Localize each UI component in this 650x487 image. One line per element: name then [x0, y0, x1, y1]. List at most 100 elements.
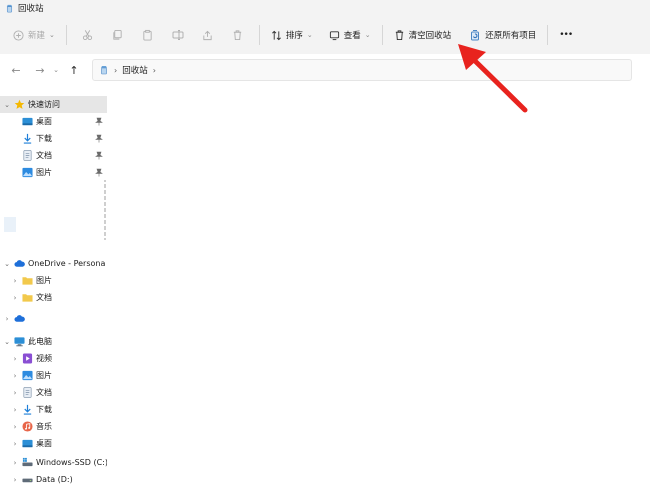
sidebar-item-this-pc[interactable]: ⌄ 此电脑	[0, 333, 107, 350]
chevron-right-icon[interactable]: ›	[2, 315, 12, 323]
up-button[interactable]: ↑	[64, 60, 84, 80]
download-icon	[23, 404, 32, 415]
arrow-left-icon: ←	[11, 63, 21, 77]
sidebar-item-label: 此电脑	[28, 337, 52, 346]
paste-button[interactable]	[133, 22, 163, 48]
sidebar-item-cloud[interactable]: ›	[0, 310, 107, 327]
recent-locations-button[interactable]: ⌄	[50, 60, 62, 80]
windows-drive-icon	[22, 457, 33, 467]
back-button[interactable]: ←	[6, 60, 26, 80]
sidebar-item-label: 音乐	[36, 422, 52, 431]
sidebar-item-documents[interactable]: 文档	[0, 147, 107, 164]
clipboard-icon	[143, 29, 153, 41]
sidebar-item-label: 文档	[36, 293, 52, 302]
sidebar-item-label: 文档	[36, 151, 52, 160]
chevron-right-icon[interactable]: ›	[10, 372, 20, 380]
rename-button[interactable]	[163, 22, 193, 48]
chevron-down-icon[interactable]: ⌄	[2, 260, 12, 268]
copy-icon	[113, 29, 123, 40]
chevron-right-icon[interactable]: ›	[10, 440, 20, 448]
sidebar-item-desktop[interactable]: 桌面	[0, 113, 107, 130]
pin-icon[interactable]	[95, 134, 103, 143]
sidebar-item-onedrive[interactable]: ⌄ OneDrive - Persona	[0, 255, 107, 272]
share-button[interactable]	[193, 22, 223, 48]
recycle-bin-icon	[101, 66, 107, 75]
pictures-icon	[22, 370, 33, 381]
more-options-button[interactable]: •••	[554, 22, 577, 48]
sidebar-item-label: 图片	[36, 276, 52, 285]
scissors-icon	[83, 30, 93, 41]
chevron-down-icon[interactable]: ⌄	[2, 101, 12, 109]
plus-circle-icon	[13, 29, 24, 41]
address-bar[interactable]: › 回收站 ›	[92, 59, 632, 81]
sidebar-item-pc-pictures[interactable]: › 图片	[0, 367, 107, 384]
chevron-right-icon[interactable]: ›	[10, 389, 20, 397]
sidebar-item-pictures[interactable]: 图片	[0, 164, 107, 181]
sidebar-item-music[interactable]: › 音乐	[0, 418, 107, 435]
new-button[interactable]: 新建 ⌄	[8, 22, 60, 48]
chevron-right-icon[interactable]: ›	[10, 355, 20, 363]
sidebar-item-onedrive-pictures[interactable]: › 图片	[0, 272, 107, 289]
rename-icon	[172, 30, 184, 40]
sidebar-item-downloads[interactable]: 下载	[0, 130, 107, 147]
folder-icon	[22, 277, 33, 285]
chevron-down-icon: ⌄	[53, 66, 59, 74]
sidebar-item-label: 快速访问	[28, 100, 60, 109]
cut-button[interactable]	[73, 22, 103, 48]
restore-icon	[471, 30, 480, 41]
chevron-right-icon[interactable]: ›	[10, 423, 20, 431]
folder-icon	[22, 294, 33, 302]
sidebar-item-label: 桌面	[36, 439, 52, 448]
sidebar-item-pc-documents[interactable]: › 文档	[0, 384, 107, 401]
chevron-right-icon[interactable]: ›	[10, 294, 20, 302]
chevron-down-icon[interactable]: ⌄	[2, 338, 12, 346]
desktop-icon	[22, 439, 33, 448]
pin-icon[interactable]	[95, 168, 103, 177]
sidebar-item-onedrive-documents[interactable]: › 文档	[0, 289, 107, 306]
sort-button[interactable]: 排序 ⌄	[266, 22, 318, 48]
drag-placeholder	[4, 217, 16, 232]
sidebar-item-drive-d[interactable]: › Data (D:)	[0, 471, 107, 487]
sidebar-item-label: 视频	[36, 354, 52, 363]
window-title: 回收站	[18, 4, 44, 14]
copy-button[interactable]	[103, 22, 133, 48]
chevron-right-icon[interactable]: ›	[10, 459, 20, 467]
delete-button[interactable]	[223, 22, 253, 48]
sidebar-item-label: 桌面	[36, 117, 52, 126]
sidebar-item-quick-access[interactable]: ⌄ 快速访问	[0, 96, 107, 113]
sidebar-item-label: Data (D:)	[36, 475, 73, 484]
file-list-area[interactable]	[107, 88, 650, 487]
sidebar-item-label: Windows-SSD (C:)	[36, 458, 107, 467]
restore-all-label: 还原所有项目	[485, 31, 537, 41]
sidebar-item-label: 图片	[36, 168, 52, 177]
sidebar-item-videos[interactable]: › 视频	[0, 350, 107, 367]
pin-icon[interactable]	[95, 117, 103, 126]
chevron-right-icon: ›	[114, 65, 118, 75]
breadcrumb-recycle-bin[interactable]: 回收站	[122, 64, 148, 76]
command-bar: 新建 ⌄ 排序 ⌄ 查看 ⌄ 清空回收站 还原所有项目 •••	[0, 16, 650, 54]
chevron-right-icon[interactable]: ›	[10, 277, 20, 285]
document-icon	[23, 150, 32, 161]
chevron-right-icon[interactable]: ›	[10, 406, 20, 414]
pin-icon[interactable]	[95, 151, 103, 160]
divider	[65, 25, 67, 45]
sort-icon	[271, 30, 281, 40]
sidebar-item-drive-c[interactable]: › Windows-SSD (C:)	[0, 454, 107, 471]
view-button[interactable]: 查看 ⌄	[324, 22, 376, 48]
computer-icon	[14, 337, 25, 347]
forward-button[interactable]: →	[30, 60, 50, 80]
chevron-right-icon: ›	[152, 65, 156, 75]
empty-recycle-bin-label: 清空回收站	[408, 31, 452, 41]
empty-recycle-bin-button[interactable]: 清空回收站	[389, 22, 457, 48]
sidebar-item-pc-desktop[interactable]: › 桌面	[0, 435, 107, 452]
sidebar-item-pc-downloads[interactable]: › 下载	[0, 401, 107, 418]
address-row: ← → ⌄ ↑ › 回收站 ›	[0, 54, 650, 86]
restore-all-button[interactable]: 还原所有项目	[464, 22, 541, 48]
recycle-bin-icon	[395, 30, 403, 41]
chevron-down-icon: ⌄	[49, 31, 55, 39]
recycle-bin-icon	[6, 4, 13, 12]
chevron-right-icon[interactable]: ›	[10, 476, 20, 484]
chevron-down-icon: ⌄	[364, 31, 371, 39]
scroll-hint	[104, 180, 106, 240]
arrow-up-icon: ↑	[69, 63, 79, 77]
